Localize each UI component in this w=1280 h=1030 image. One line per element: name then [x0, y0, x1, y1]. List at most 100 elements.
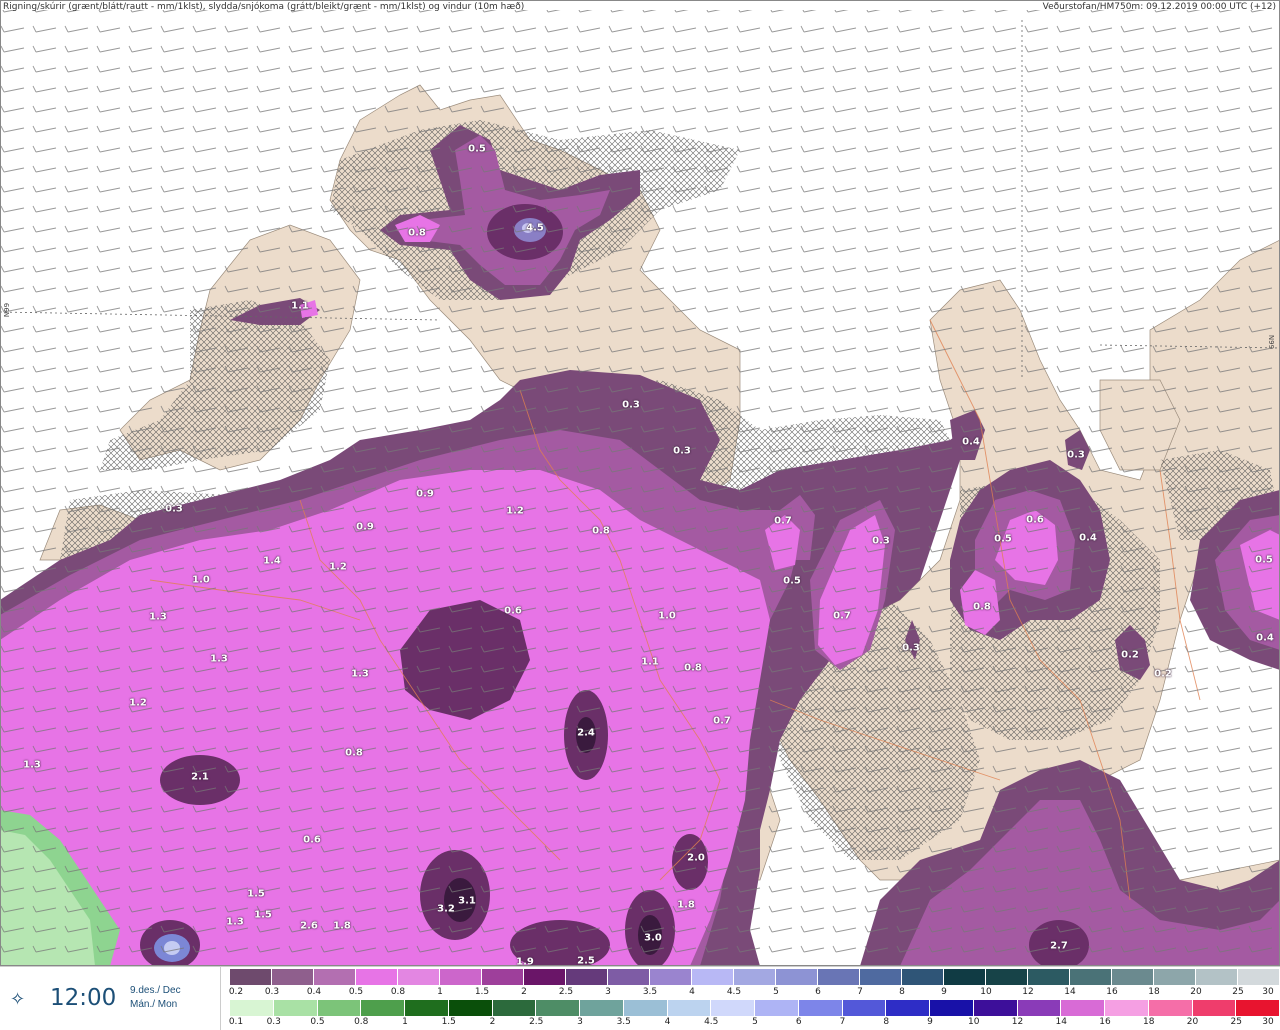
scale-label: 0.4 [306, 987, 322, 997]
precip-value-label: 3.2 [437, 903, 455, 915]
scale-swatch [448, 1000, 493, 1016]
precip-value-label: 1.1 [291, 300, 309, 312]
scale-label: 2 [489, 1017, 496, 1027]
precip-value-label: 2.5 [577, 955, 595, 967]
precip-value-label: 0.2 [1154, 668, 1172, 680]
precip-value-label: 3.0 [644, 932, 662, 944]
scale-label: 25 [1232, 987, 1244, 997]
precip-value-label: 0.7 [713, 715, 731, 727]
scale-label: 10 [968, 1017, 980, 1027]
scale-swatch [734, 969, 776, 985]
scale-swatch [1154, 969, 1196, 985]
precip-value-label: 0.6 [504, 605, 522, 617]
scale-swatch [580, 1000, 624, 1016]
scale-swatch [1112, 969, 1154, 985]
precip-value-label: 2.4 [577, 727, 595, 739]
precip-value-label: 0.8 [973, 601, 991, 613]
scale-swatch [818, 969, 860, 985]
scale-swatch [1070, 969, 1112, 985]
precip-value-label: 0.8 [592, 525, 610, 537]
scale-swatch [776, 969, 818, 985]
scale-swatch [692, 969, 734, 985]
scale-label: 1.5 [441, 1017, 456, 1027]
precip-value-label: 0.7 [774, 515, 792, 527]
precip-value-label: 0.2 [1121, 649, 1139, 661]
scale-label: 4.5 [726, 987, 742, 997]
scale-swatch [1028, 969, 1070, 985]
scale-swatch [973, 1000, 1018, 1016]
scale-swatch [902, 969, 944, 985]
scale-swatch [536, 1000, 580, 1016]
precip-value-label: 1.2 [129, 697, 147, 709]
precipitation-map[interactable] [0, 0, 1280, 966]
scale-label: 6 [795, 1017, 802, 1027]
scale-swatch [1236, 1000, 1280, 1016]
scale-swatch [1148, 1000, 1193, 1016]
wind-barbs [0, 10, 1280, 966]
scale-label: 7 [839, 1017, 846, 1027]
scale-label: 18 [1143, 1017, 1155, 1027]
scale-swatch [230, 969, 272, 985]
scale-swatch [930, 1000, 974, 1016]
scale-label: 2 [521, 987, 527, 997]
precip-value-label: 1.3 [149, 611, 167, 623]
scale-label: 4 [689, 987, 695, 997]
model-run-info: Veðurstofan/HM750m: 09.12.2019 00:00 UTC… [1042, 2, 1276, 12]
precip-value-label: 1.2 [506, 505, 524, 517]
scale-label: 1 [402, 1017, 408, 1027]
scale-swatch [623, 1000, 668, 1016]
precip-value-label: 2.0 [687, 852, 705, 864]
scale-label: 5 [752, 1017, 758, 1027]
snow-color-scale [230, 969, 1280, 985]
precip-value-label: 0.3 [1067, 449, 1085, 461]
precip-value-label: 1.2 [329, 561, 347, 573]
scale-label: 4 [664, 1017, 671, 1027]
scale-swatch [230, 1000, 274, 1016]
scale-label: 20 [1190, 987, 1202, 997]
scale-swatch [361, 1000, 405, 1016]
scale-swatch [886, 1000, 930, 1016]
scale-label: 0.8 [354, 1017, 369, 1027]
scale-label: 3 [577, 1017, 583, 1027]
scale-label: 5 [773, 987, 779, 997]
precip-value-label: 0.4 [1256, 632, 1274, 644]
precip-value-label: 0.4 [1079, 532, 1097, 544]
scale-swatch [566, 969, 608, 985]
scale-label: 1 [437, 987, 443, 997]
precip-value-label: 1.3 [226, 916, 244, 928]
map-legend-title: Rigning/skúrir (grænt/blátt/rautt - mm/1… [3, 2, 525, 12]
scale-label: 12 [1011, 1017, 1024, 1027]
scale-label: 8 [899, 987, 905, 997]
precip-value-label: 1.5 [254, 909, 272, 921]
precip-value-label: 0.9 [416, 488, 434, 500]
precip-value-label: 1.3 [210, 653, 228, 665]
scale-swatch [667, 1000, 712, 1016]
precip-value-label: 2.6 [300, 920, 318, 932]
forecast-time-box[interactable]: ✧ 12:00 9.des./ Dec Mán./ Mon [0, 967, 221, 1030]
precip-value-label: 0.7 [833, 610, 851, 622]
scale-label: 0.5 [310, 1017, 325, 1027]
scale-swatch [711, 1000, 755, 1016]
scale-swatch [755, 1000, 799, 1016]
compass-star-icon[interactable]: ✧ [10, 989, 25, 1010]
precip-value-label: 0.5 [783, 575, 801, 587]
forecast-time: 12:00 [50, 985, 117, 1011]
scale-label: 16 [1106, 987, 1118, 997]
scale-label: 2.5 [529, 1017, 544, 1027]
precip-value-label: 0.8 [684, 662, 702, 674]
scale-label: 18 [1148, 987, 1160, 997]
precip-value-label: 3.1 [458, 895, 476, 907]
rain-scale-labels: 0.1 0.3 0.5 0.8 1 1.5 2 2.5 3 3.5 4 4.5 5 6 7 8 9 10 12 14 1… [228, 1017, 1280, 1029]
precip-value-label: 0.5 [468, 143, 486, 155]
scale-label: 8 [883, 1017, 890, 1027]
latitude-label-left: N99 [3, 302, 12, 318]
scale-label: 7 [857, 987, 863, 997]
scale-swatch [608, 969, 650, 985]
precip-value-label: 0.6 [303, 834, 321, 846]
scale-swatch [1192, 1000, 1237, 1016]
scale-label: 0.1 [228, 1017, 244, 1027]
scale-label: 16 [1099, 1017, 1111, 1027]
precip-value-label: 2.7 [1050, 940, 1068, 952]
scale-label: 2.5 [558, 987, 574, 997]
scale-label: 30 [1262, 987, 1274, 997]
